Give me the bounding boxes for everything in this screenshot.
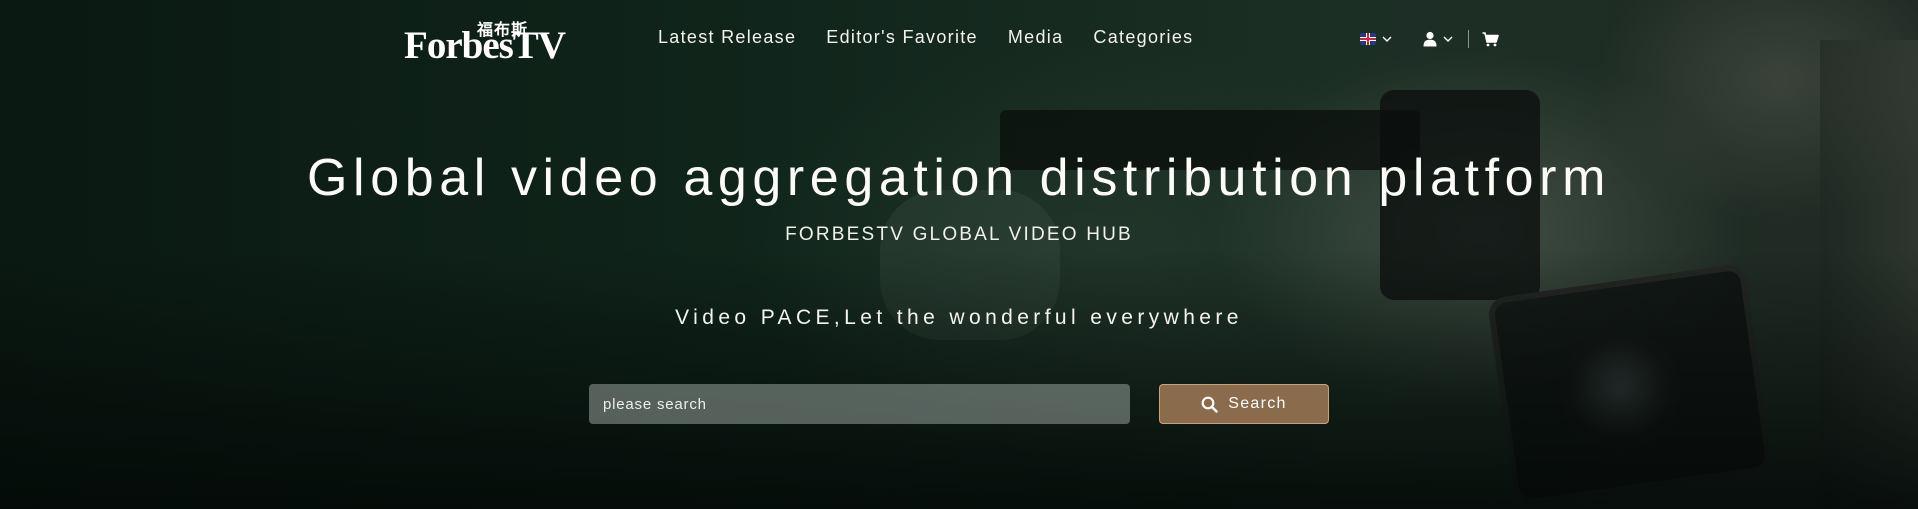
nav-latest-release[interactable]: Latest Release bbox=[658, 27, 796, 48]
user-menu[interactable] bbox=[1423, 31, 1454, 47]
user-icon bbox=[1423, 31, 1437, 47]
hero-subtitle: FORBESTV GLOBAL VIDEO HUB bbox=[785, 224, 1133, 245]
language-selector[interactable] bbox=[1360, 33, 1393, 45]
search-button[interactable]: Search bbox=[1159, 384, 1329, 424]
chevron-down-icon bbox=[1443, 36, 1453, 42]
nav-media[interactable]: Media bbox=[1008, 27, 1064, 48]
chevron-down-icon bbox=[1382, 36, 1392, 42]
hero-tagline: Video PACE,Let the wonderful everywhere bbox=[675, 306, 1243, 329]
divider bbox=[1468, 30, 1469, 48]
header-tools bbox=[1360, 28, 1499, 50]
nav-editors-favorite[interactable]: Editor's Favorite bbox=[826, 27, 978, 48]
nav-categories[interactable]: Categories bbox=[1093, 27, 1193, 48]
background-shelf bbox=[1820, 40, 1918, 509]
search-button-label: Search bbox=[1228, 395, 1287, 412]
uk-flag-icon bbox=[1360, 33, 1376, 45]
background-camera-lens bbox=[1560, 330, 1680, 450]
search-input[interactable] bbox=[589, 384, 1130, 424]
search-icon bbox=[1201, 396, 1218, 413]
hero-title: Global video aggregation distribution pl… bbox=[307, 149, 1611, 207]
background-camera-monitor bbox=[1486, 262, 1774, 508]
cart-icon[interactable] bbox=[1482, 31, 1499, 47]
logo-text: ForbesTV bbox=[404, 24, 566, 67]
main-nav: Latest Release Editor's Favorite Media C… bbox=[658, 27, 1223, 48]
hero-background bbox=[0, 0, 1918, 509]
logo[interactable]: 福布斯 ForbesTV bbox=[404, 16, 594, 67]
